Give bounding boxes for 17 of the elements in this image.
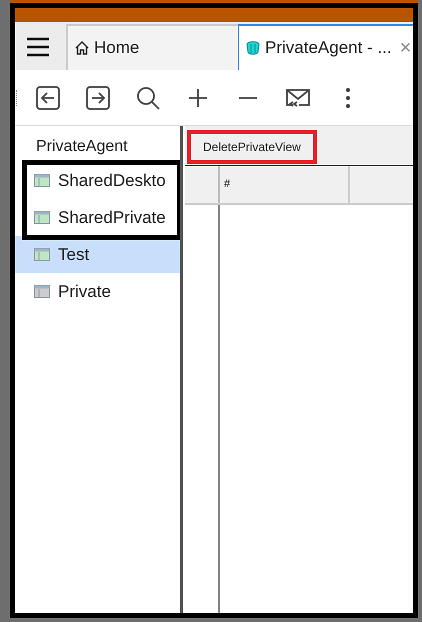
home-icon (74, 40, 90, 56)
search-button[interactable] (135, 84, 161, 110)
view-item[interactable]: SharedDeskto (10, 162, 180, 199)
view-tab[interactable]: DeletePrivateView (187, 130, 317, 164)
search-icon (135, 84, 161, 110)
table-icon (34, 211, 50, 224)
tab[interactable]: Home (66, 24, 238, 70)
menu-icon (26, 37, 50, 57)
close-icon[interactable]: × (400, 36, 412, 60)
agent-icon (245, 40, 261, 56)
table-icon (34, 285, 50, 298)
back-button[interactable] (35, 84, 61, 110)
tree-title: PrivateAgent (35, 137, 129, 157)
forward-button[interactable] (85, 84, 111, 110)
view-item[interactable]: SharedPrivate (10, 199, 180, 236)
table-icon (34, 248, 50, 261)
table-icon (34, 174, 50, 187)
